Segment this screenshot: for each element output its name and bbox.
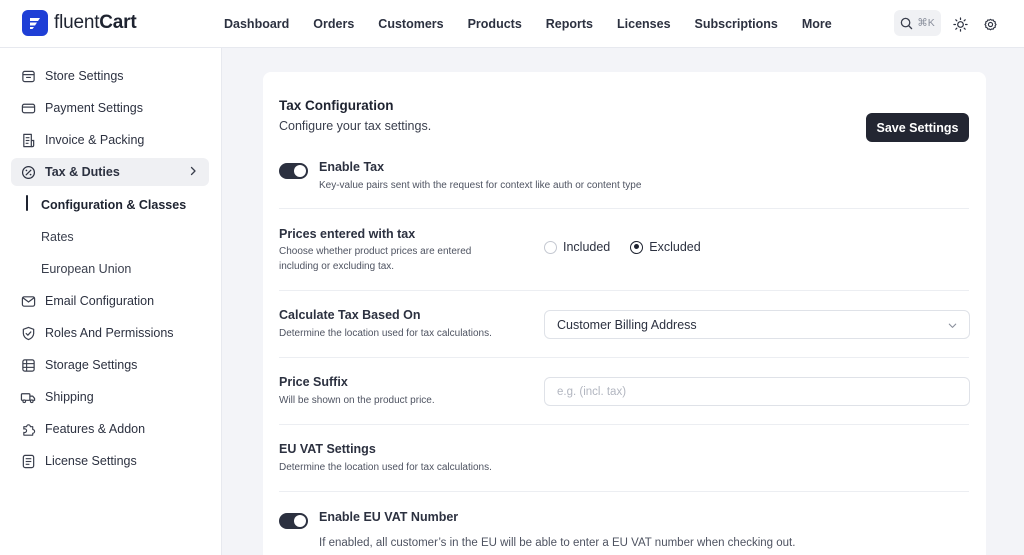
mail-icon — [20, 293, 36, 309]
sidebar-item-tax-duties[interactable]: Tax & Duties — [11, 158, 209, 186]
sun-icon — [952, 16, 968, 32]
sidebar-item-license-settings[interactable]: License Settings — [11, 447, 209, 475]
fluentcart-logo-icon — [22, 10, 48, 36]
sidebar-item-payment-settings[interactable]: Payment Settings — [11, 94, 209, 122]
search-button[interactable]: ⌘K — [894, 10, 941, 36]
section-divider — [279, 357, 969, 358]
sidebar-item-label: Tax & Duties — [45, 165, 120, 179]
sidebar-item-label: Storage Settings — [45, 358, 138, 372]
radio-label: Excluded — [649, 240, 701, 254]
truck-icon — [20, 389, 36, 405]
enable-tax-description: Key-value pairs sent with the request fo… — [319, 180, 642, 191]
nav-orders[interactable]: Orders — [313, 17, 354, 31]
chevron-down-icon — [948, 323, 957, 328]
section-divider — [279, 424, 969, 425]
enable-tax-toggle[interactable] — [279, 163, 308, 179]
nav-more[interactable]: More — [802, 17, 832, 31]
active-subitem-indicator — [26, 195, 28, 211]
chevron-right-icon — [190, 166, 196, 176]
tax-configuration-card: Tax Configuration Configure your tax set… — [263, 72, 986, 555]
sidebar-item-features-addon[interactable]: Features & Addon — [11, 415, 209, 443]
sidebar-item-label: Payment Settings — [45, 101, 143, 115]
sidebar-item-storage-settings[interactable]: Storage Settings — [11, 351, 209, 379]
search-shortcut: ⌘K — [917, 17, 935, 29]
prices-with-tax-description-line2: including or excluding tax. — [279, 261, 395, 272]
store-icon — [20, 68, 36, 84]
calculate-tax-title: Calculate Tax Based On — [279, 308, 421, 322]
sidebar-item-label: Email Configuration — [45, 294, 155, 308]
sidebar-item-label: Shipping — [45, 390, 94, 404]
section-divider — [279, 491, 969, 492]
select-value: Customer Billing Address — [557, 317, 697, 332]
sidebar-item-roles-permissions[interactable]: Roles And Permissions — [11, 319, 209, 347]
credit-card-icon — [20, 100, 36, 116]
calculate-tax-select[interactable]: Customer Billing Address — [544, 310, 970, 339]
page-subtitle: Configure your tax settings. — [279, 119, 432, 133]
nav-dashboard[interactable]: Dashboard — [224, 17, 289, 31]
radio-circle — [544, 240, 557, 254]
section-divider — [279, 208, 969, 209]
enable-tax-title: Enable Tax — [319, 160, 385, 174]
calculate-tax-description: Determine the location used for tax calc… — [279, 328, 492, 339]
sidebar-subitem-rates[interactable]: Rates — [41, 230, 74, 244]
radio-label: Included — [563, 240, 611, 254]
percent-icon — [20, 164, 36, 180]
sidebar-item-email-configuration[interactable]: Email Configuration — [11, 287, 209, 315]
brand-name: fluentCart — [54, 12, 137, 34]
enable-eu-vat-number-toggle[interactable] — [279, 513, 308, 529]
storage-icon — [20, 357, 36, 373]
main-nav: Dashboard Orders Customers Products Repo… — [224, 0, 856, 48]
puzzle-icon — [20, 421, 36, 437]
page-title: Tax Configuration — [279, 98, 394, 113]
sidebar-item-store-settings[interactable]: Store Settings — [11, 62, 209, 90]
nav-licenses[interactable]: Licenses — [617, 17, 671, 31]
sidebar-item-invoice-packing[interactable]: Invoice & Packing — [11, 126, 209, 154]
prices-with-tax-description-line1: Choose whether product prices are entere… — [279, 246, 472, 257]
sidebar-subitem-european-union[interactable]: European Union — [41, 262, 131, 276]
enable-eu-vat-number-description: If enabled, all customer’s in the EU wil… — [319, 537, 796, 549]
nav-customers[interactable]: Customers — [378, 17, 443, 31]
top-navigation-bar: fluentCart Dashboard Orders Customers Pr… — [0, 0, 1024, 48]
prices-with-tax-radio-group: Included Excluded — [544, 240, 721, 254]
radio-circle — [630, 240, 644, 254]
invoice-icon — [20, 132, 36, 148]
brand-name-light: fluent — [54, 12, 100, 33]
eu-vat-settings-description: Determine the location used for tax calc… — [279, 462, 492, 473]
prices-with-tax-title: Prices entered with tax — [279, 227, 416, 241]
license-icon — [20, 453, 36, 469]
save-settings-button[interactable]: Save Settings — [866, 113, 969, 142]
radio-excluded[interactable]: Excluded — [630, 240, 701, 254]
settings-sidebar: Store Settings Payment Settings Invoice … — [0, 48, 222, 555]
brand-name-bold: Cart — [99, 12, 137, 33]
brand-logo[interactable]: fluentCart — [22, 10, 137, 36]
sidebar-subitem-configuration-classes[interactable]: Configuration & Classes — [41, 198, 186, 212]
sidebar-item-label: License Settings — [45, 454, 137, 468]
theme-toggle-button[interactable] — [950, 14, 970, 34]
sidebar-item-label: Store Settings — [45, 69, 124, 83]
nav-reports[interactable]: Reports — [546, 17, 593, 31]
sidebar-item-label: Roles And Permissions — [45, 326, 174, 340]
sidebar-item-label: Features & Addon — [45, 422, 146, 436]
gear-icon — [983, 18, 997, 30]
radio-included[interactable]: Included — [544, 240, 610, 254]
sidebar-item-label: Invoice & Packing — [45, 133, 145, 147]
nav-products[interactable]: Products — [468, 17, 522, 31]
nav-subscriptions[interactable]: Subscriptions — [695, 17, 778, 31]
search-icon — [900, 17, 913, 29]
eu-vat-settings-title: EU VAT Settings — [279, 442, 376, 456]
sidebar-item-shipping[interactable]: Shipping — [11, 383, 209, 411]
price-suffix-description: Will be shown on the product price. — [279, 395, 435, 406]
price-suffix-input[interactable] — [544, 377, 970, 406]
price-suffix-title: Price Suffix — [279, 375, 348, 389]
settings-button[interactable] — [980, 14, 1000, 34]
shield-icon — [20, 325, 36, 341]
section-divider — [279, 290, 969, 291]
enable-eu-vat-number-title: Enable EU VAT Number — [319, 510, 459, 524]
